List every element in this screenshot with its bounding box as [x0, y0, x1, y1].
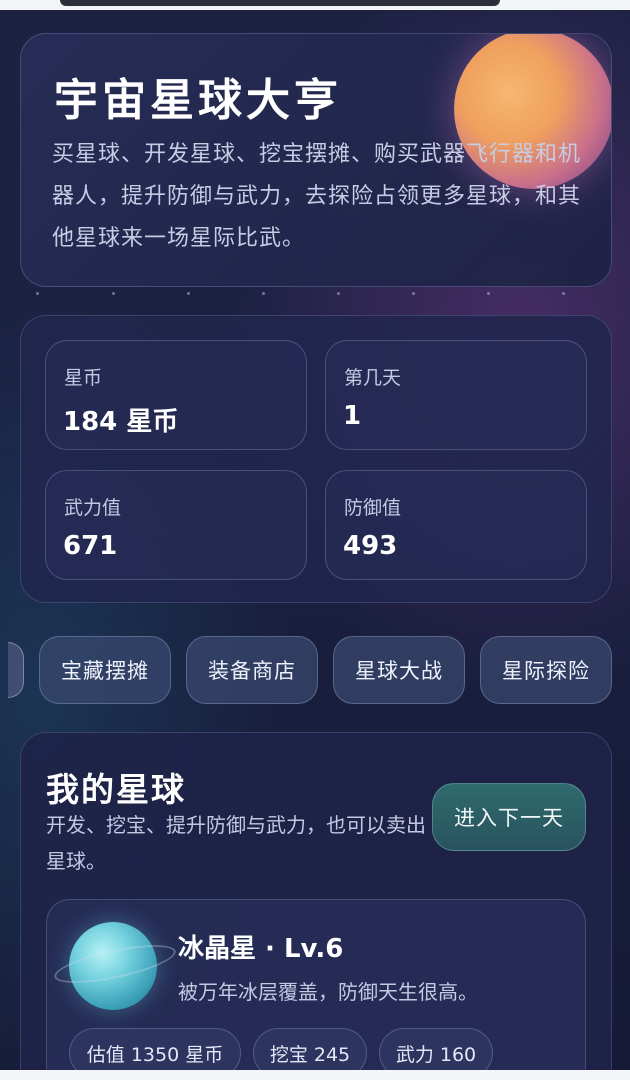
- my-planets-panel: 我的星球 开发、挖宝、提升防御与武力，也可以卖出星球。 进入下一天 冰晶星 · …: [20, 732, 612, 1080]
- stat-coins: 星币 184 星币: [45, 340, 307, 450]
- planet-name: 冰晶星 · Lv.6: [178, 934, 344, 964]
- stats-panel: 星币 184 星币 第几天 1 武力值 671 防御值 493: [20, 315, 612, 603]
- planet-description: 被万年冰层覆盖，防御天生很高。: [178, 980, 478, 1004]
- stat-defense: 防御值 493: [325, 470, 587, 580]
- hero-card: 宇宙星球大亨 买星球、开发星球、挖宝摆摊、购买武器飞行器和机器人，提升防御与武力…: [20, 33, 612, 287]
- address-bar-edge: [60, 0, 500, 6]
- tab-partial-left[interactable]: [8, 642, 24, 698]
- stat-value: 671: [63, 531, 118, 561]
- bottom-edge: [0, 1070, 630, 1080]
- section-description: 开发、挖宝、提升防御与武力，也可以卖出星球。: [46, 813, 426, 873]
- status-bar: [0, 0, 630, 10]
- stat-day: 第几天 1: [325, 340, 587, 450]
- stat-value: 493: [343, 531, 398, 561]
- app-description: 买星球、开发星球、挖宝摆摊、购买武器飞行器和机器人，提升防御与武力，去探险占领更…: [52, 142, 582, 251]
- feature-tabs: 宝藏摆摊 装备商店 星球大战 星际探险: [0, 636, 630, 706]
- stat-label: 星币: [64, 367, 103, 389]
- stat-label: 武力值: [64, 497, 122, 519]
- planet-card[interactable]: 冰晶星 · Lv.6 被万年冰层覆盖，防御天生很高。 估值 1350 星币 挖宝…: [46, 899, 586, 1080]
- stat-label: 防御值: [344, 497, 402, 519]
- section-title: 我的星球: [46, 770, 186, 809]
- stat-value: 184 星币: [63, 407, 179, 437]
- tab-space-explore[interactable]: 星际探险: [480, 636, 612, 704]
- app-title: 宇宙星球大亨: [54, 75, 342, 126]
- stat-value: 1: [343, 401, 362, 431]
- stat-attack: 武力值 671: [45, 470, 307, 580]
- tab-planet-war[interactable]: 星球大战: [333, 636, 465, 704]
- tab-equipment-shop[interactable]: 装备商店: [186, 636, 318, 704]
- next-day-button[interactable]: 进入下一天: [432, 783, 586, 851]
- stat-label: 第几天: [344, 367, 402, 389]
- tab-treasure-stall[interactable]: 宝藏摆摊: [39, 636, 171, 704]
- divider-dots: [30, 292, 590, 298]
